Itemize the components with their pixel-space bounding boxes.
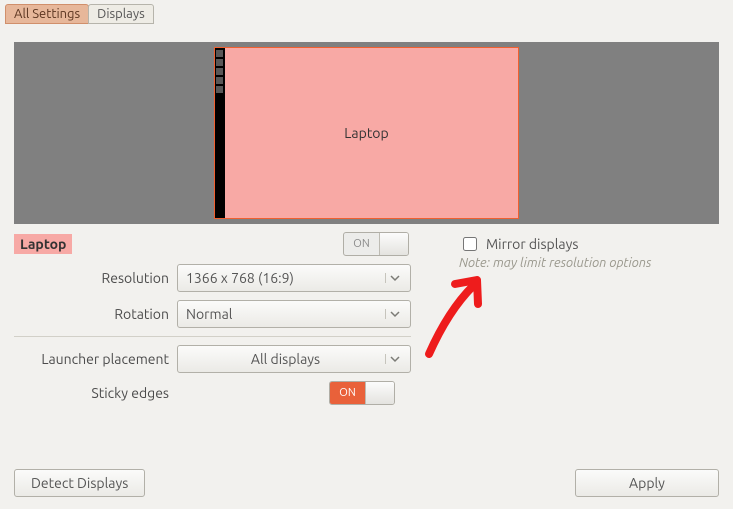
breadcrumb-displays[interactable]: Displays (88, 4, 154, 24)
launcher-icons (216, 50, 223, 93)
switch-knob (365, 382, 394, 404)
launcher-placement-label: Launcher placement (14, 351, 169, 367)
resolution-value: 1366 x 768 (16:9) (186, 270, 294, 286)
mirror-note: Note: may limit resolution options (459, 256, 719, 270)
selected-display-name: Laptop (14, 234, 72, 254)
resolution-dropdown[interactable]: 1366 x 768 (16:9) (177, 264, 411, 292)
chevron-down-icon (385, 354, 404, 364)
sticky-edges-label: Sticky edges (14, 385, 169, 401)
preview-monitor-label: Laptop (344, 125, 388, 141)
mirror-displays-checkbox[interactable] (463, 237, 477, 251)
resolution-label: Resolution (14, 270, 169, 286)
chevron-down-icon (385, 273, 404, 283)
display-power-switch[interactable]: ON (343, 232, 409, 256)
preview-monitor-laptop[interactable]: Laptop (214, 47, 519, 219)
breadcrumb-all-settings[interactable]: All Settings (5, 4, 89, 24)
rotation-label: Rotation (14, 306, 169, 322)
rotation-value: Normal (186, 306, 232, 322)
chevron-down-icon (385, 309, 404, 319)
breadcrumb: All Settings Displays (0, 0, 733, 24)
launcher-placement-value: All displays (251, 351, 320, 367)
sticky-edges-switch-label: ON (330, 382, 365, 404)
sticky-edges-switch[interactable]: ON (329, 381, 395, 405)
apply-button[interactable]: Apply (575, 469, 719, 497)
switch-knob (379, 233, 408, 255)
detect-displays-button[interactable]: Detect Displays (14, 469, 145, 497)
display-power-switch-label: ON (344, 233, 379, 255)
divider (14, 336, 411, 337)
launcher-placement-dropdown[interactable]: All displays (177, 345, 411, 373)
mirror-displays-label: Mirror displays (486, 236, 578, 252)
display-arrangement-preview[interactable]: Laptop (14, 42, 719, 224)
annotation-arrow-icon (411, 270, 501, 360)
rotation-dropdown[interactable]: Normal (177, 300, 411, 328)
